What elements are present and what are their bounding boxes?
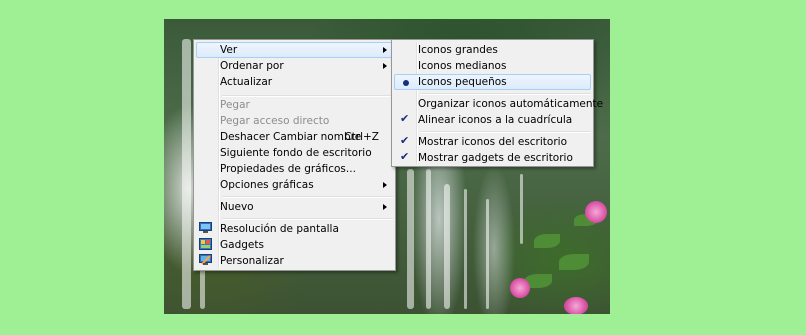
menu-separator — [420, 131, 591, 133]
menu-separator — [222, 196, 393, 198]
menu-item-label: Pegar — [220, 99, 250, 111]
waterfall-stream — [464, 189, 467, 309]
gadgets-icon — [199, 238, 212, 250]
checkmark-icon: ✔ — [400, 150, 410, 163]
menu-item-pegar-acceso-directo: Pegar acceso directo — [196, 113, 393, 129]
menu-item-siguiente-fondo[interactable]: Siguiente fondo de escritorio — [196, 145, 393, 161]
menu-item-label: Actualizar — [220, 76, 273, 88]
menu-item-label: Iconos medianos — [418, 60, 507, 72]
menu-item-deshacer[interactable]: Deshacer Cambiar nombre Ctrl+Z — [196, 129, 393, 145]
menu-item-label: Nuevo — [220, 201, 254, 213]
menu-item-iconos-medianos[interactable]: Iconos medianos — [394, 58, 591, 74]
menu-item-gadgets[interactable]: Gadgets — [196, 237, 393, 253]
menu-item-personalizar[interactable]: Personalizar — [196, 253, 393, 269]
checkmark-icon: ✔ — [400, 134, 410, 147]
menu-item-label: Ordenar por — [220, 60, 284, 72]
menu-separator — [222, 218, 393, 220]
menu-item-ver[interactable]: Ver — [196, 42, 393, 58]
menu-item-label: Resolución de pantalla — [220, 223, 339, 235]
waterfall-stream — [444, 184, 450, 309]
menu-item-label: Gadgets — [220, 239, 264, 251]
menu-item-label: Propiedades de gráficos... — [220, 163, 356, 175]
menu-item-label: Iconos grandes — [418, 44, 498, 56]
menu-item-label: Mostrar gadgets de escritorio — [418, 152, 573, 164]
menu-item-propiedades-graficos[interactable]: Propiedades de gráficos... — [196, 161, 393, 177]
menu-item-resolucion-pantalla[interactable]: Resolución de pantalla — [196, 221, 393, 237]
menu-item-nuevo[interactable]: Nuevo — [196, 199, 393, 215]
view-submenu: Iconos grandes Iconos medianos Iconos pe… — [391, 39, 603, 167]
menu-item-alinear-iconos[interactable]: ✔ Alinear iconos a la cuadrícula — [394, 112, 591, 128]
flower — [510, 278, 530, 298]
leaf — [559, 254, 589, 270]
menu-item-iconos-grandes[interactable]: Iconos grandes — [394, 42, 591, 58]
menu-item-mostrar-gadgets[interactable]: ✔ Mostrar gadgets de escritorio — [394, 150, 591, 166]
menu-item-opciones-graficas[interactable]: Opciones gráficas — [196, 177, 393, 193]
menu-item-label: Deshacer Cambiar nombre — [220, 131, 362, 143]
shortcut-label: Ctrl+Z — [344, 131, 379, 143]
menu-item-label: Pegar acceso directo — [220, 115, 330, 127]
radio-selected-icon — [403, 80, 409, 86]
waterfall-stream — [426, 169, 431, 309]
waterfall-stream — [520, 174, 523, 244]
menu-item-iconos-pequenos[interactable]: Iconos pequeños — [394, 74, 591, 90]
menu-item-label: Siguiente fondo de escritorio — [220, 147, 372, 159]
menu-item-label: Mostrar iconos del escritorio — [418, 136, 567, 148]
menu-separator — [420, 93, 591, 95]
menu-item-organizar-iconos[interactable]: Organizar iconos automáticamente — [394, 96, 603, 112]
flower — [585, 201, 607, 223]
waterfall-stream — [486, 199, 489, 309]
menu-item-label: Organizar iconos automáticamente — [418, 98, 604, 110]
checkmark-icon: ✔ — [400, 112, 410, 125]
menu-item-label: Iconos pequeños — [418, 76, 507, 88]
menu-item-label: Alinear iconos a la cuadrícula — [418, 114, 573, 126]
desktop-context-menu: Ver Ordenar por Actualizar Pegar Pegar a… — [193, 39, 396, 271]
submenu-arrow-icon — [383, 204, 387, 210]
menu-item-actualizar[interactable]: Actualizar — [196, 74, 393, 90]
menu-item-label: Opciones gráficas — [220, 179, 314, 191]
flower — [564, 297, 588, 314]
display-resolution-icon — [199, 222, 212, 234]
leaf — [534, 234, 560, 248]
personalize-icon — [199, 254, 212, 266]
menu-item-ordenar-por[interactable]: Ordenar por — [196, 58, 393, 74]
waterfall-stream — [182, 39, 191, 309]
waterfall-stream — [407, 169, 414, 309]
submenu-arrow-icon — [383, 47, 387, 53]
menu-item-label: Personalizar — [220, 255, 284, 267]
submenu-arrow-icon — [383, 63, 387, 69]
menu-item-label: Ver — [220, 44, 238, 56]
menu-item-pegar: Pegar — [196, 97, 393, 113]
submenu-arrow-icon — [383, 182, 387, 188]
menu-item-mostrar-iconos[interactable]: ✔ Mostrar iconos del escritorio — [394, 134, 591, 150]
